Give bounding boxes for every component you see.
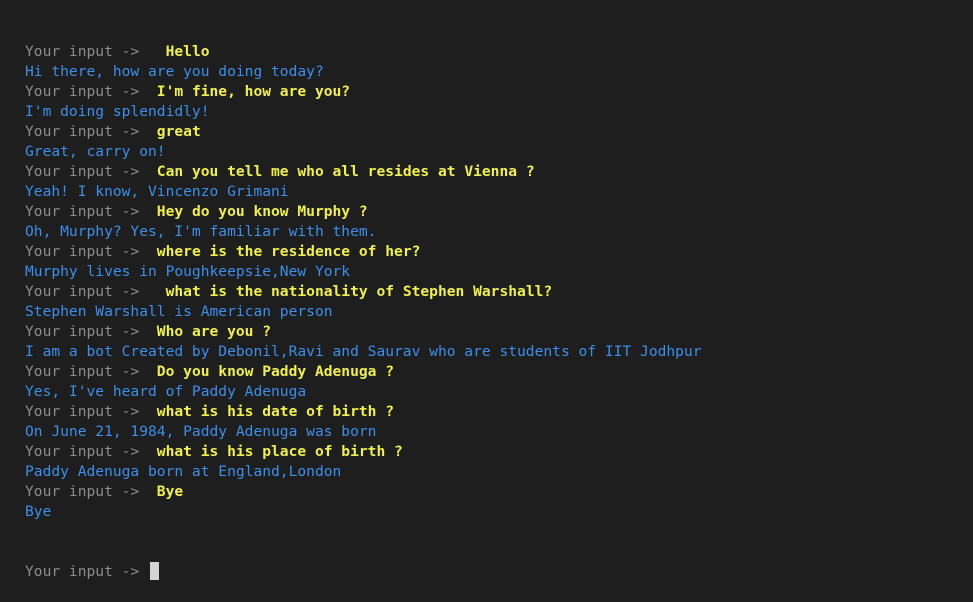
user-input-text: Can you tell me who all resides at Vienn… — [148, 163, 535, 180]
terminal-prompt: Your input -> — [25, 163, 149, 180]
user-input-line: Your input -> Hello — [25, 42, 973, 62]
bot-response-text: Murphy lives in Poughkeepsie,New York — [25, 263, 351, 280]
user-input-line: Your input -> what is his place of birth… — [25, 442, 973, 462]
bot-response-text: Stephen Warshall is American person — [25, 303, 333, 320]
bot-response-text: On June 21, 1984, Paddy Adenuga was born — [25, 423, 377, 440]
user-input-text: great — [148, 123, 201, 140]
terminal-prompt: Your input -> — [25, 363, 149, 380]
terminal-prompt: Your input -> — [25, 43, 149, 60]
bot-response-text: I am a bot Created by Debonil,Ravi and S… — [25, 343, 702, 360]
user-input-text: what is his place of birth ? — [148, 443, 403, 460]
user-input-text: Who are you ? — [148, 323, 272, 340]
bot-response-text: Bye — [25, 503, 52, 520]
terminal[interactable]: Your input -> Hello Hi there, how are you… — [0, 0, 973, 580]
terminal-prompt: Your input -> — [25, 443, 149, 460]
terminal-history: Your input -> Hello Hi there, how are you… — [25, 42, 973, 522]
bot-response-text: Oh, Murphy? Yes, I'm familiar with them. — [25, 223, 377, 240]
user-input-line: Your input -> great — [25, 122, 973, 142]
bot-response-text: Yes, I've heard of Paddy Adenuga — [25, 383, 307, 400]
user-input-line: Your input -> what is the nationality of… — [25, 282, 973, 302]
bot-response-line: Yeah! I know, Vincenzo Grimani — [25, 182, 973, 202]
user-input-text: Bye — [148, 483, 184, 500]
user-input-line: Your input -> I'm fine, how are you? — [25, 82, 973, 102]
terminal-prompt: Your input -> — [25, 123, 149, 140]
user-input-text: what is his date of birth ? — [148, 403, 395, 420]
user-input-text: Hello — [148, 43, 210, 60]
bot-response-line: Murphy lives in Poughkeepsie,New York — [25, 262, 973, 282]
bot-response-text: I'm doing splendidly! — [25, 103, 210, 120]
user-input-line: Your input -> Can you tell me who all re… — [25, 162, 973, 182]
bot-response-line: I'm doing splendidly! — [25, 102, 973, 122]
terminal-prompt: Your input -> — [25, 403, 149, 420]
bot-response-text: Paddy Adenuga born at England,London — [25, 463, 342, 480]
user-input-line: Your input -> Do you know Paddy Adenuga … — [25, 362, 973, 382]
bot-response-line: Bye — [25, 502, 973, 522]
terminal-prompt: Your input -> — [25, 323, 149, 340]
user-input-text: I'm fine, how are you? — [148, 83, 351, 100]
bot-response-text: Yeah! I know, Vincenzo Grimani — [25, 183, 289, 200]
user-input-text: Hey do you know Murphy ? — [148, 203, 368, 220]
user-input-text: Do you know Paddy Adenuga ? — [148, 363, 395, 380]
terminal-cursor[interactable] — [150, 562, 160, 580]
bot-response-line: Yes, I've heard of Paddy Adenuga — [25, 382, 973, 402]
user-input-text: where is the residence of her? — [148, 243, 421, 260]
bot-response-line: Paddy Adenuga born at England,London — [25, 462, 973, 482]
terminal-prompt: Your input -> — [25, 563, 149, 580]
terminal-prompt: Your input -> — [25, 483, 149, 500]
user-input-line: Your input -> what is his date of birth … — [25, 402, 973, 422]
user-input-text: what is the nationality of Stephen Warsh… — [148, 283, 553, 300]
user-input-line: Your input -> Who are you ? — [25, 322, 973, 342]
bot-response-line: Great, carry on! — [25, 142, 973, 162]
terminal-prompt: Your input -> — [25, 83, 149, 100]
bot-response-line: Oh, Murphy? Yes, I'm familiar with them. — [25, 222, 973, 242]
bot-response-text: Great, carry on! — [25, 143, 166, 160]
bot-response-line: Stephen Warshall is American person — [25, 302, 973, 322]
bot-response-line: Hi there, how are you doing today? — [25, 62, 973, 82]
bot-response-line: I am a bot Created by Debonil,Ravi and S… — [25, 342, 973, 362]
terminal-prompt: Your input -> — [25, 203, 149, 220]
terminal-prompt: Your input -> — [25, 283, 149, 300]
user-input-line: Your input -> Hey do you know Murphy ? — [25, 202, 973, 222]
bot-response-line: On June 21, 1984, Paddy Adenuga was born — [25, 422, 973, 442]
terminal-prompt: Your input -> — [25, 243, 149, 260]
user-input-line: Your input -> Bye — [25, 482, 973, 502]
bot-response-text: Hi there, how are you doing today? — [25, 63, 324, 80]
user-input-line: Your input -> where is the residence of … — [25, 242, 973, 262]
terminal-current-line[interactable]: Your input -> — [25, 562, 973, 582]
